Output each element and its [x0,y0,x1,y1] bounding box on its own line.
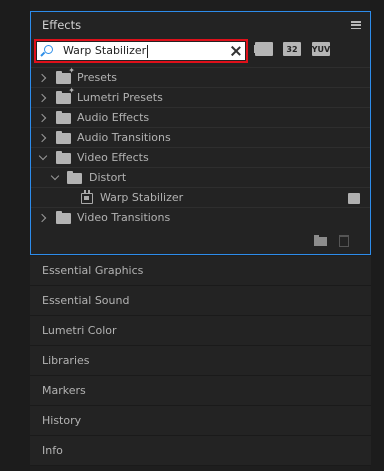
folder-icon [56,111,71,124]
collapsed-panels: Essential Graphics Essential Sound Lumet… [30,256,371,466]
right-panel-strip [370,0,384,471]
folder-icon [56,211,71,224]
hamburger-menu-icon[interactable] [351,21,361,29]
panel-essential-sound[interactable]: Essential Sound [30,286,371,316]
tree-item-audio-transitions[interactable]: Audio Transitions [31,127,370,147]
tree-item-video-transitions[interactable]: Video Transitions [31,207,370,227]
search-row: Warp Stabilizer 32 YUV [31,38,370,68]
chevron-down-icon[interactable] [38,151,48,161]
chevron-down-icon[interactable] [50,171,60,181]
yuv-effects-filter-icon[interactable]: YUV [312,42,330,56]
chevron-right-icon[interactable] [37,93,47,103]
chevron-right-icon[interactable] [37,113,47,123]
panel-header: Effects [31,12,370,38]
tree-item-label: Audio Transitions [77,131,171,144]
accelerated-effects-filter-icon[interactable] [254,42,273,56]
tree-item-label: Video Effects [77,151,149,164]
tree-item-label: Audio Effects [77,111,150,124]
search-highlight-outline: Warp Stabilizer [34,39,248,63]
clear-search-icon[interactable] [231,46,241,56]
chevron-right-icon[interactable] [37,213,47,223]
tree-item-label: Video Transitions [77,211,171,224]
tree-item-video-effects[interactable]: Video Effects [31,147,370,167]
folder-icon [67,171,82,184]
tree-item-label: Lumetri Presets [77,91,163,104]
tree-item-warp-stabilizer[interactable]: Warp Stabilizer [31,187,370,207]
search-icon [40,44,54,58]
trash-icon[interactable] [339,235,349,247]
video-effect-icon [81,190,93,204]
search-input[interactable]: Warp Stabilizer [37,42,245,60]
tree-item-label: Distort [89,171,127,184]
effects-tree: Presets Lumetri Presets Audio Effects Au… [31,66,370,227]
tree-item-audio-effects[interactable]: Audio Effects [31,107,370,127]
effects-panel: Effects Warp Stabilizer 32 YUV Presets L… [30,11,371,255]
panel-lumetri-color[interactable]: Lumetri Color [30,316,371,346]
panel-title[interactable]: Effects [42,18,81,32]
tree-item-distort[interactable]: Distort [31,167,370,187]
tree-item-label: Presets [77,71,118,84]
panel-footer [31,232,370,250]
preset-folder-icon [56,86,75,104]
chevron-right-icon[interactable] [37,73,47,83]
panel-libraries[interactable]: Libraries [30,346,371,376]
chevron-right-icon[interactable] [37,133,47,143]
new-custom-bin-icon[interactable] [314,235,327,246]
panel-markers[interactable]: Markers [30,376,371,406]
panel-essential-graphics[interactable]: Essential Graphics [30,256,371,286]
panel-info[interactable]: Info [30,436,371,466]
folder-icon [56,131,71,144]
preset-folder-icon [56,66,75,84]
tree-item-presets[interactable]: Presets [31,66,370,87]
accelerated-effect-badge-icon [348,193,360,204]
folder-icon [56,151,71,164]
tree-item-lumetri-presets[interactable]: Lumetri Presets [31,86,370,107]
left-panel-strip [0,0,30,471]
search-input-value: Warp Stabilizer [63,44,149,58]
panel-history[interactable]: History [30,406,371,436]
tree-item-label: Warp Stabilizer [100,191,184,204]
32-bit-color-filter-icon[interactable]: 32 [283,42,301,56]
